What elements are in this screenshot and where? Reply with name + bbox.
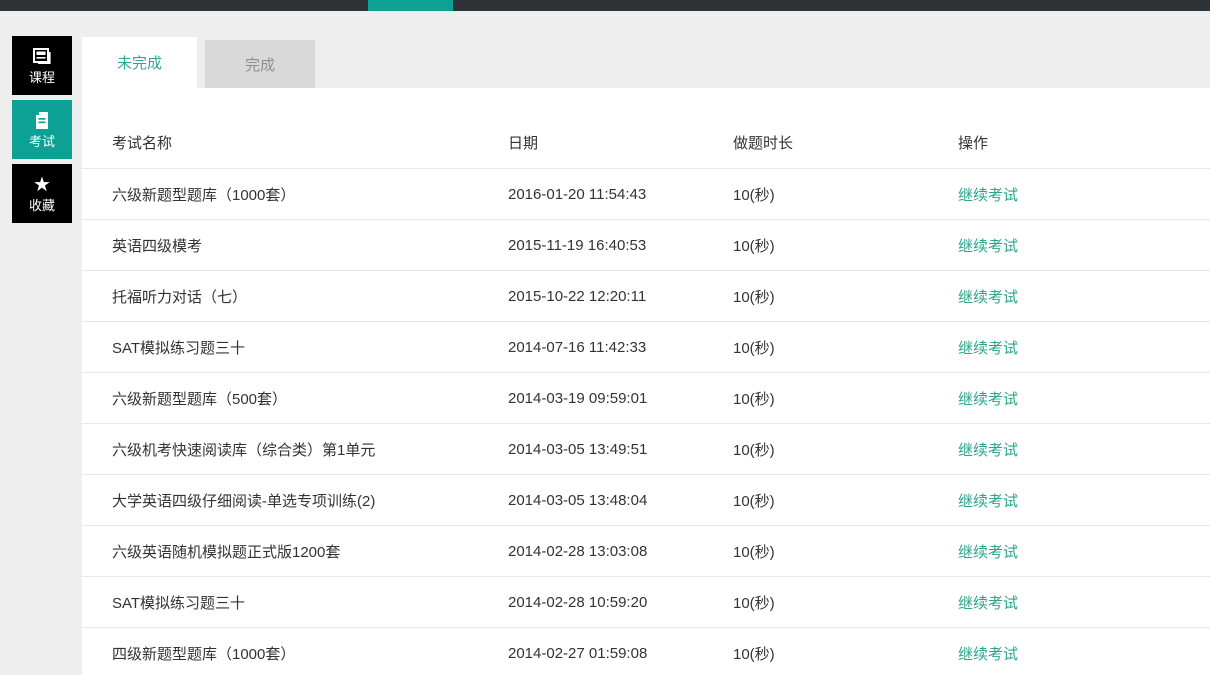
continue-exam-link[interactable]: 继续考试 (958, 544, 1018, 561)
continue-exam-link[interactable]: 继续考试 (958, 289, 1018, 306)
table-row: 托福听力对话（七） 2015-10-22 12:20:11 10(秒) 继续考试 (82, 270, 1210, 321)
exam-file-icon (34, 111, 50, 131)
table-row: SAT模拟练习题三十 2014-07-16 11:42:33 10(秒) 继续考… (82, 321, 1210, 372)
sidebar-item-label: 考试 (28, 133, 55, 149)
exam-name-cell: SAT模拟练习题三十 (112, 339, 246, 357)
sidebar-item[interactable]: ★ 收藏 (12, 164, 72, 223)
continue-exam-link[interactable]: 继续考试 (958, 595, 1018, 612)
duration-cell: 10(秒) (733, 288, 775, 306)
continue-exam-link[interactable]: 继续考试 (958, 187, 1018, 204)
star-icon: ★ (33, 173, 51, 196)
table-body: 六级新题型题库（1000套） 2016-01-20 11:54:43 10(秒)… (82, 168, 1210, 675)
date-cell: 2014-07-16 11:42:33 (508, 338, 647, 356)
tab-label: 未完成 (116, 55, 162, 72)
date-cell: 2014-02-27 01:59:08 (508, 644, 648, 662)
date-cell: 2015-10-22 12:20:11 (508, 287, 647, 305)
exam-name-cell: 六级英语随机模拟题正式版1200套 (112, 543, 341, 561)
header-date: 日期 (508, 134, 539, 152)
date-cell: 2014-03-05 13:49:51 (508, 440, 648, 458)
duration-cell: 10(秒) (733, 594, 775, 612)
sidebar: 课程 考试 ★ 收藏 (12, 36, 72, 223)
continue-exam-link[interactable]: 继续考试 (958, 646, 1018, 663)
exam-name-cell: SAT模拟练习题三十 (112, 594, 246, 612)
continue-exam-link[interactable]: 继续考试 (958, 493, 1018, 510)
sidebar-item-label: 课程 (28, 69, 55, 85)
header-duration: 做题时长 (733, 134, 794, 152)
table-header-row: 考试名称 日期 做题时长 操作 (82, 88, 1210, 168)
tab-label: 完成 (244, 56, 275, 74)
exam-name-cell: 六级机考快速阅读库（综合类）第1单元 (112, 441, 376, 459)
table-row: 英语四级模考 2015-11-19 16:40:53 10(秒) 继续考试 (82, 219, 1210, 270)
table-row: 大学英语四级仔细阅读-单选专项训练(2) 2014-03-05 13:48:04… (82, 474, 1210, 525)
duration-cell: 10(秒) (733, 390, 775, 408)
sidebar-item[interactable]: 考试 (12, 100, 72, 159)
top-bar (0, 0, 1210, 11)
duration-cell: 10(秒) (733, 441, 775, 459)
continue-exam-link[interactable]: 继续考试 (958, 238, 1018, 255)
exam-name-cell: 六级新题型题库（1000套） (112, 186, 296, 204)
duration-cell: 10(秒) (733, 645, 775, 663)
date-cell: 2016-01-20 11:54:43 (508, 185, 647, 203)
date-cell: 2014-02-28 10:59:20 (508, 593, 648, 611)
header-exam-name: 考试名称 (112, 134, 173, 152)
date-cell: 2014-02-28 13:03:08 (508, 542, 648, 560)
table-row: 四级新题型题库（1000套） 2014-02-27 01:59:08 10(秒)… (82, 627, 1210, 675)
exam-list-panel: 考试名称 日期 做题时长 操作 六级新题型题库（1000套） 2016-01-2… (82, 88, 1210, 675)
table-row: 六级新题型题库（1000套） 2016-01-20 11:54:43 10(秒)… (82, 168, 1210, 219)
exam-name-cell: 托福听力对话（七） (112, 288, 248, 306)
duration-cell: 10(秒) (733, 339, 775, 357)
duration-cell: 10(秒) (733, 492, 775, 510)
continue-exam-link[interactable]: 继续考试 (958, 442, 1018, 459)
sidebar-item[interactable]: 课程 (12, 36, 72, 95)
table-row: SAT模拟练习题三十 2014-02-28 10:59:20 10(秒) 继续考… (82, 576, 1210, 627)
duration-cell: 10(秒) (733, 543, 775, 561)
continue-exam-link[interactable]: 继续考试 (958, 340, 1018, 357)
journal-icon (32, 47, 52, 67)
header-action: 操作 (958, 134, 989, 152)
tab[interactable]: 完成 (205, 40, 315, 88)
table-row: 六级机考快速阅读库（综合类）第1单元 2014-03-05 13:49:51 1… (82, 423, 1210, 474)
tab[interactable]: 未完成 (82, 37, 197, 88)
duration-cell: 10(秒) (733, 237, 775, 255)
exam-name-cell: 英语四级模考 (112, 237, 203, 255)
top-bar-active-indicator (368, 0, 453, 11)
date-cell: 2014-03-19 09:59:01 (508, 389, 648, 407)
sidebar-item-label: 收藏 (28, 197, 55, 213)
exam-name-cell: 四级新题型题库（1000套） (112, 645, 296, 663)
table-row: 六级英语随机模拟题正式版1200套 2014-02-28 13:03:08 10… (82, 525, 1210, 576)
date-cell: 2014-03-05 13:48:04 (508, 491, 648, 509)
tab-bar: 未完成 完成 (82, 37, 315, 88)
exam-name-cell: 大学英语四级仔细阅读-单选专项训练(2) (112, 492, 376, 510)
table-row: 六级新题型题库（500套） 2014-03-19 09:59:01 10(秒) … (82, 372, 1210, 423)
duration-cell: 10(秒) (733, 186, 775, 204)
continue-exam-link[interactable]: 继续考试 (958, 391, 1018, 408)
exam-name-cell: 六级新题型题库（500套） (112, 390, 288, 408)
date-cell: 2015-11-19 16:40:53 (508, 236, 647, 254)
